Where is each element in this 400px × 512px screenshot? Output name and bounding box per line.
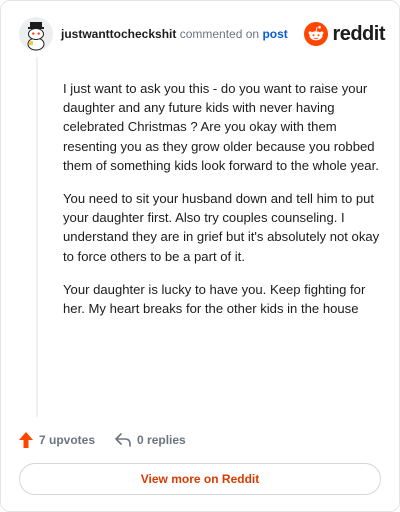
reply-arrow-icon (115, 433, 131, 447)
reddit-wordmark: reddit (332, 22, 385, 45)
upvote-count: 7 upvotes (39, 433, 96, 447)
post-link[interactable]: post (262, 27, 287, 41)
comment-meta: justwanttocheckshit commented on post (61, 26, 288, 42)
comment-body: I just want to ask you this - do you wan… (63, 79, 385, 332)
comment-header: justwanttocheckshit commented on post re… (19, 17, 385, 53)
upvote-arrow-icon (19, 432, 33, 448)
comment-paragraph: Your daughter is lucky to have you. Keep… (63, 281, 366, 317)
reply-count: 0 replies (137, 433, 186, 447)
comment-actions: 7 upvotes 0 replies (19, 429, 206, 451)
snoo-avatar-icon (19, 17, 53, 51)
comment-paragraph: I just want to ask you this - do you wan… (63, 81, 379, 173)
view-more-label: View more on Reddit (140, 472, 260, 486)
comment-embed-card: justwanttocheckshit commented on post re… (0, 0, 400, 512)
comment-paragraph: You need to sit your husband down and te… (63, 191, 380, 264)
thread-line (36, 57, 38, 417)
commented-on-text: commented on (179, 27, 260, 41)
upvote-action[interactable]: 7 upvotes (19, 432, 95, 448)
view-more-button[interactable]: View more on Reddit (19, 463, 381, 495)
reddit-logo[interactable]: reddit (304, 21, 385, 47)
user-avatar[interactable] (19, 17, 53, 51)
reddit-logo-icon (304, 22, 329, 46)
username-link[interactable]: justwanttocheckshit (61, 27, 176, 41)
reply-action[interactable]: 0 replies (115, 433, 186, 447)
